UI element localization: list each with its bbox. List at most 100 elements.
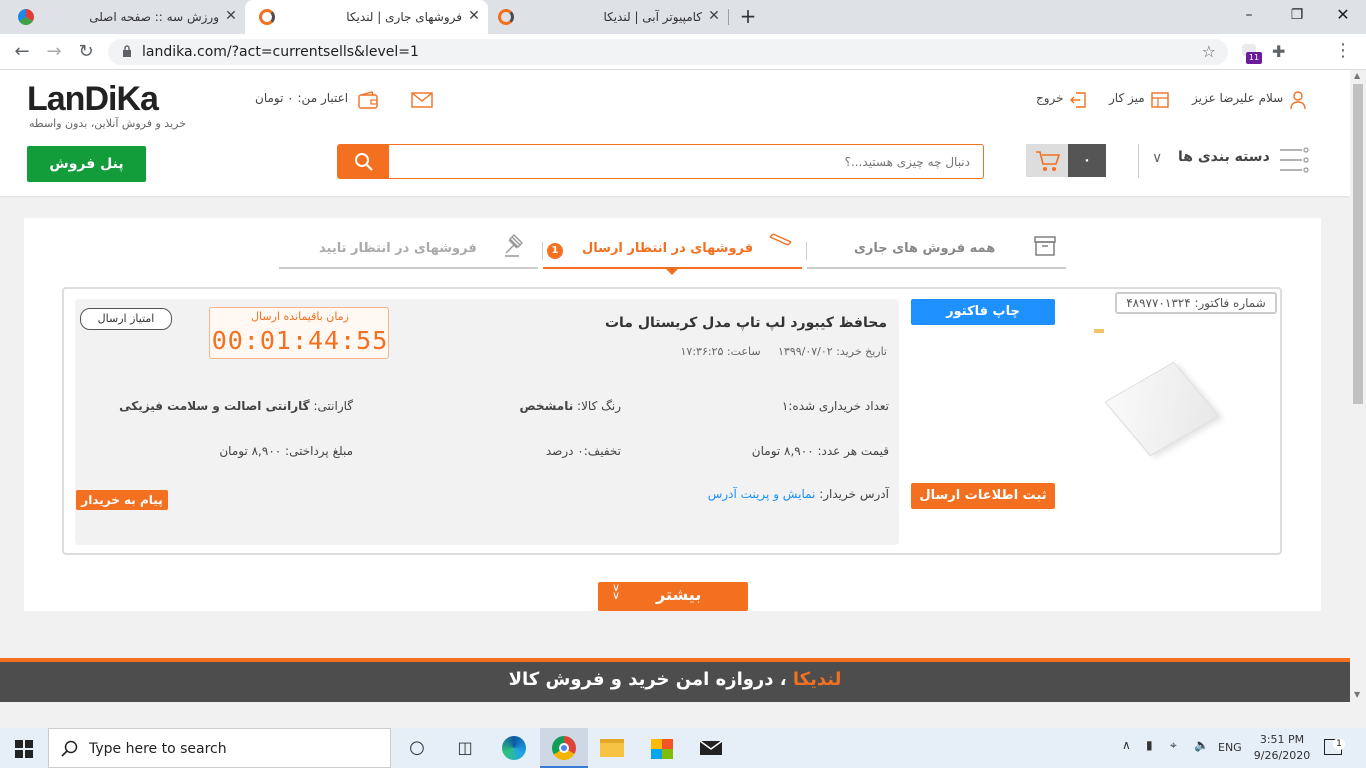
address-link[interactable]: نمایش و پرینت آدرس (708, 487, 816, 501)
divider (1138, 144, 1139, 178)
search-button[interactable] (338, 145, 389, 178)
chevron-down-icon: ∨ (1152, 150, 1163, 166)
chrome-taskbar-button[interactable] (540, 728, 588, 768)
print-invoice-button[interactable]: چاپ فاکتور (911, 299, 1055, 325)
cart-count: ۰ (1068, 144, 1106, 177)
dashboard-link[interactable]: میز کار (1109, 91, 1145, 105)
dashboard-icon[interactable] (1151, 91, 1169, 109)
quantity-label: تعداد خریداری شده: (788, 399, 889, 413)
maximize-button[interactable]: ❐ (1282, 4, 1312, 26)
footer-slogan-text: ، دروازه امن خرید و فروش کالا (508, 669, 787, 690)
discount-label: تخفیف: (583, 444, 621, 458)
tab-awaiting-approval[interactable]: فروشهای در انتظار تایید (279, 227, 538, 269)
tab-divider (542, 242, 543, 260)
notifications-icon[interactable]: 1 (1324, 738, 1345, 755)
footer-slogan: لندیکا ، دروازه امن خرید و فروش کالا (0, 669, 1350, 690)
user-icon[interactable] (1290, 90, 1306, 110)
shipping-score-badge[interactable]: امتیاز ارسال (80, 308, 172, 330)
product-image[interactable] (1104, 361, 1220, 457)
calendar-extension-icon[interactable]: 11 (1240, 42, 1262, 64)
file-explorer-icon[interactable] (598, 734, 626, 762)
reload-icon[interactable]: ↻ (74, 40, 98, 64)
volume-icon[interactable]: 🔈 (1194, 738, 1209, 752)
tab-all-current-sales[interactable]: همه فروش های جاری (807, 227, 1066, 269)
wifi-icon[interactable]: ⌖ (1170, 738, 1177, 753)
clock-date: 9/26/2020 (1253, 749, 1311, 762)
browser-tab-title: کامپیوتر آبی | لندیکا (603, 10, 702, 24)
url-text: landika.com/?act=currentsells&level=1 (142, 44, 419, 60)
logout-icon[interactable] (1069, 91, 1087, 109)
logo-tagline: خرید و فروش آنلاین، بدون واسطه (29, 117, 186, 130)
close-window-button[interactable]: ✕ (1328, 4, 1358, 26)
user-greeting[interactable]: سلام علیرضا عزیز (1192, 91, 1283, 105)
lock-icon (123, 45, 131, 57)
register-shipping-button[interactable]: ثبت اطلاعات ارسال (911, 483, 1055, 509)
browser-tab-2[interactable]: فروشهای جاری | لندیکا ✕ (245, 0, 488, 34)
payment-label: مبلغ پرداختی: (285, 444, 353, 458)
address-bar[interactable]: landika.com/?act=currentsells&level=1 ☆ (108, 39, 1228, 65)
purchase-time-label: ساعت: (726, 345, 761, 358)
tab-divider (806, 242, 807, 260)
bookmark-star-icon[interactable]: ☆ (1202, 42, 1216, 61)
mail-icon[interactable] (697, 734, 725, 762)
tab-label: همه فروش های جاری (854, 241, 996, 256)
browser-tab-3[interactable]: کامپیوتر آبی | لندیکا ✕ (488, 0, 729, 34)
product-title[interactable]: محافظ کیبورد لپ تاپ مدل کریستال مات (605, 315, 887, 331)
cortana-icon[interactable]: ○ (403, 734, 431, 762)
varzesh3-favicon-icon (18, 9, 34, 25)
cart-button[interactable]: ۰ (1026, 144, 1106, 177)
color-field: رنگ کالا: نامشخص (520, 399, 621, 413)
close-tab-icon[interactable]: ✕ (466, 8, 482, 24)
tab-awaiting-shipment[interactable]: 1 فروشهای در انتظار ارسال (543, 227, 802, 275)
back-arrow-icon[interactable]: ← (10, 40, 34, 64)
unit-price-field: قیمت هر عدد: ۸,۹۰۰ تومان (752, 444, 889, 458)
footer-brand: لندیکا (792, 669, 842, 690)
more-label: بیشتر (656, 585, 702, 604)
browser-toolbar: ← → ↻ landika.com/?act=currentsells&leve… (0, 34, 1366, 70)
message-buyer-button[interactable]: پیام به خریدار (76, 490, 168, 510)
browser-menu-icon[interactable]: ⋮ (1334, 40, 1352, 61)
taskbar-search-box[interactable]: Type here to search (48, 728, 391, 768)
messages-envelope-icon[interactable] (411, 92, 433, 108)
windows-start-icon[interactable] (15, 740, 33, 758)
store-icon[interactable] (648, 734, 676, 762)
forward-arrow-icon[interactable]: → (42, 40, 66, 64)
shipping-timer: زمان باقیمانده ارسال 00:01:44:55 (209, 307, 389, 359)
tab-badge: 1 (547, 243, 563, 259)
task-view-icon[interactable]: ◫ (451, 734, 479, 762)
truck-icon (769, 233, 792, 246)
extensions-puzzle-icon[interactable]: ✚ (1272, 42, 1285, 61)
chrome-icon (552, 736, 576, 760)
extension-badge: 11 (1246, 52, 1262, 64)
logout-link[interactable]: خروج (1036, 91, 1064, 105)
clock[interactable]: 3:51 PM 9/26/2020 (1252, 732, 1312, 764)
chevron-up-icon[interactable]: ∧ (1122, 738, 1131, 752)
taskbar-search-placeholder: Type here to search (89, 741, 227, 757)
tab-label: فروشهای در انتظار ارسال (582, 241, 754, 256)
more-button[interactable]: بیشتر ∨ ∨ (598, 582, 748, 611)
page-scrollbar[interactable]: ▲ ▼ (1350, 70, 1366, 702)
warranty-value: گارانتی اصالت و سلامت فیزیکی (119, 399, 310, 413)
tab-label: فروشهای در انتظار تایید (319, 241, 477, 256)
browser-tab-1[interactable]: ورزش سه :: صفحه اصلی ✕ (0, 0, 246, 34)
sell-panel-button[interactable]: پنل فروش (27, 146, 146, 182)
wallet-icon[interactable] (358, 91, 378, 109)
landika-favicon-icon (259, 9, 275, 25)
language-indicator[interactable]: ENG (1218, 741, 1242, 754)
minimize-button[interactable]: – (1234, 4, 1264, 26)
invoice-number: شماره فاکتور: ۴۸۹۷۷۰۱۳۲۴ (1115, 292, 1277, 314)
search-input[interactable] (390, 146, 980, 177)
new-tab-button[interactable]: + (737, 6, 759, 28)
close-tab-icon[interactable]: ✕ (223, 8, 239, 24)
scroll-down-arrow-icon[interactable]: ▼ (1354, 690, 1360, 699)
discount-field: تخفیف:۰ درصد (546, 444, 621, 458)
timer-value: 00:01:44:55 (211, 326, 389, 355)
edge-browser-icon[interactable] (500, 734, 528, 762)
categories-menu[interactable]: ∨ دسته بندی ها (1150, 146, 1310, 176)
close-tab-icon[interactable]: ✕ (706, 8, 722, 24)
battery-icon[interactable]: ▮ (1146, 738, 1153, 752)
scrollbar-thumb[interactable] (1353, 84, 1363, 404)
color-value: نامشخص (519, 399, 574, 413)
scroll-up-arrow-icon[interactable]: ▲ (1354, 71, 1360, 80)
gavel-icon (505, 234, 523, 257)
